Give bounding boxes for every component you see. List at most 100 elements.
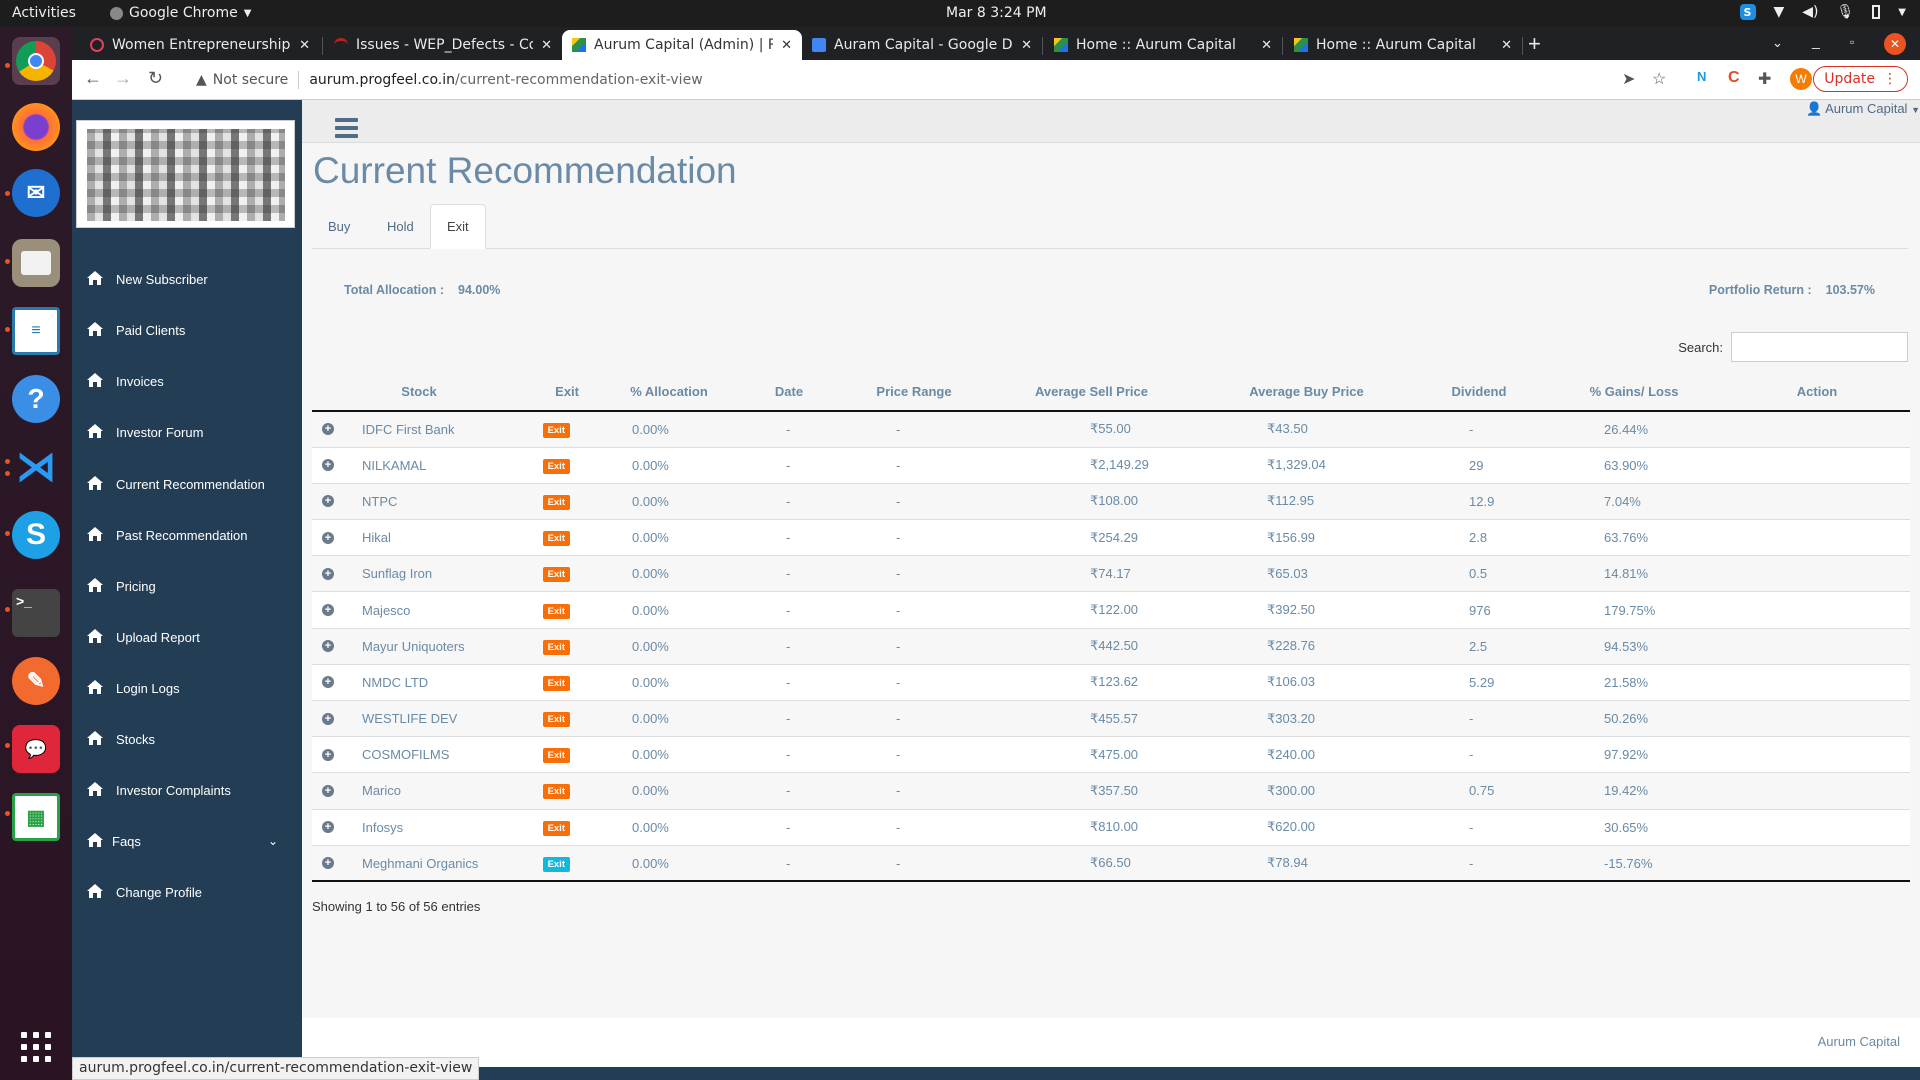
table-row[interactable]: + Meghmani Organics Exit 0.00% - - ₹66.50 ₹78.9… [312, 844, 1910, 883]
close-tab-icon[interactable]: ✕ [541, 38, 552, 53]
sidebar-item-pricing[interactable]: Pricing [72, 566, 302, 606]
tab-buy[interactable]: Buy [312, 204, 366, 249]
help-dock-icon[interactable]: ? [12, 375, 60, 423]
sidebar-item-paid-clients[interactable]: Paid Clients [72, 310, 302, 350]
search-input[interactable] [1731, 332, 1908, 362]
new-tab-button[interactable]: + [1528, 31, 1541, 57]
extension-c-icon[interactable]: C [1728, 69, 1740, 87]
forward-button[interactable]: → [114, 68, 132, 89]
expand-cell[interactable]: + [312, 663, 344, 701]
expand-row-icon[interactable]: + [322, 784, 334, 797]
exit-badge[interactable]: Exit [542, 603, 570, 619]
column-header-allocation[interactable]: % Allocation [604, 372, 734, 412]
expand-row-icon[interactable]: + [322, 459, 334, 472]
column-header-avg-sell[interactable]: Average Sell Price [984, 372, 1199, 412]
expand-row-icon[interactable]: + [322, 821, 334, 834]
expand-cell[interactable]: + [312, 482, 344, 520]
exit-badge[interactable]: Exit [542, 639, 570, 655]
expand-row-icon[interactable]: + [322, 857, 334, 870]
table-row[interactable]: + Hikal Exit 0.00% - - ₹254.29 ₹156.99 2.8 63.76% [312, 519, 1910, 556]
exit-badge[interactable]: Exit [542, 820, 570, 836]
column-header-dividend[interactable]: Dividend [1414, 372, 1544, 412]
expand-cell[interactable]: + [312, 555, 344, 592]
not-secure-label[interactable]: Not secure [213, 72, 289, 88]
browser-tab[interactable]: Home :: Aurum Capital ✕ [1284, 30, 1522, 60]
table-row[interactable]: + NMDC LTD Exit 0.00% - - ₹123.62 ₹106.03 5.29 21… [312, 663, 1910, 701]
close-window-button[interactable]: ✕ [1884, 33, 1906, 55]
expand-cell[interactable]: + [312, 736, 344, 773]
expand-row-icon[interactable]: + [322, 748, 334, 761]
expand-row-icon[interactable]: + [322, 567, 334, 580]
exit-badge[interactable]: Exit [542, 675, 570, 691]
extensions-puzzle-icon[interactable]: ✚ [1758, 69, 1771, 89]
expand-row-icon[interactable]: + [322, 531, 334, 544]
sidebar-item-invoices[interactable]: Invoices [72, 361, 302, 401]
sidebar-item-investor-complaints[interactable]: Investor Complaints [72, 770, 302, 810]
chevron-down-icon[interactable]: ⌄ [268, 834, 278, 848]
expand-row-icon[interactable]: + [322, 712, 334, 725]
column-header-avg-buy[interactable]: Average Buy Price [1199, 372, 1414, 412]
expand-row-icon[interactable]: + [322, 604, 334, 617]
sidebar-item-current-recommendation[interactable]: Current Recommendation [72, 464, 302, 504]
update-button[interactable]: Update ⋮ [1813, 66, 1908, 92]
table-row[interactable]: + Majesco Exit 0.00% - - ₹122.00 ₹392.50 976 179.… [312, 591, 1910, 629]
show-apps-icon[interactable] [21, 1032, 51, 1062]
close-tab-icon[interactable]: ✕ [1261, 38, 1272, 53]
writer-dock-icon[interactable]: ≡ [12, 307, 60, 355]
sidebar-item-upload-report[interactable]: Upload Report [72, 617, 302, 657]
table-row[interactable]: + NILKAMAL Exit 0.00% - - ₹2,149.29 ₹1,329.04 29… [312, 446, 1910, 484]
column-header-gains[interactable]: % Gains/ Loss [1544, 372, 1724, 412]
table-row[interactable]: + Sunflag Iron Exit 0.00% - - ₹74.17 ₹65.03 0.5 1… [312, 555, 1910, 592]
expand-row-icon[interactable]: + [322, 640, 334, 653]
expand-row-icon[interactable]: + [322, 495, 334, 508]
profile-avatar[interactable]: W [1790, 68, 1812, 90]
rocketchat-dock-icon[interactable]: 💬 [12, 725, 60, 773]
column-header-exit[interactable]: Exit [494, 372, 604, 412]
minimize-button[interactable]: _ [1812, 33, 1820, 49]
exit-badge[interactable]: Exit [542, 494, 570, 510]
firefox-dock-icon[interactable] [12, 103, 60, 151]
exit-badge[interactable]: Exit [542, 784, 570, 800]
browser-tab[interactable]: Home :: Aurum Capital ✕ [1044, 30, 1282, 60]
skype-dock-icon[interactable]: S [12, 511, 60, 559]
sidebar-item-past-recommendation[interactable]: Past Recommendation [72, 515, 302, 555]
expand-cell[interactable]: + [312, 519, 344, 556]
files-dock-icon[interactable] [12, 239, 60, 287]
tab-exit[interactable]: Exit [430, 204, 486, 249]
table-row[interactable]: + Marico Exit 0.00% - - ₹357.50 ₹300.00 0.75 19.4… [312, 772, 1910, 810]
address-bar[interactable]: ▲ Not secure aurum.progfeel.co.in /curre… [184, 65, 1704, 95]
calc-dock-icon[interactable]: ▦ [12, 793, 60, 841]
sidebar-item-change-profile[interactable]: Change Profile [72, 872, 302, 912]
table-row[interactable]: + Mayur Uniquoters Exit 0.00% - - ₹442.50 ₹228.… [312, 627, 1910, 665]
close-tab-icon[interactable]: ✕ [299, 38, 310, 53]
exit-badge[interactable]: Exit [542, 712, 570, 728]
expand-cell[interactable]: + [312, 410, 344, 448]
terminal-dock-icon[interactable]: >_ [12, 589, 60, 637]
vscode-dock-icon[interactable]: ⋊ [12, 443, 60, 491]
clock[interactable]: Mar 8 3:24 PM [946, 5, 1047, 21]
column-header-price-range[interactable]: Price Range [844, 372, 984, 412]
logo[interactable] [76, 120, 295, 228]
expand-cell[interactable]: + [312, 808, 344, 846]
close-tab-icon[interactable]: ✕ [781, 38, 792, 53]
column-header-action[interactable]: Action [1724, 372, 1910, 412]
sidebar-item-investor-forum[interactable]: Investor Forum [72, 412, 302, 452]
tab-hold[interactable]: Hold [371, 204, 430, 249]
table-row[interactable]: + NTPC Exit 0.00% - - ₹108.00 ₹112.95 12.9 7.04% [312, 482, 1910, 520]
table-row[interactable]: + IDFC First Bank Exit 0.00% - - ₹55.00 ₹43.50-… [312, 410, 1910, 448]
expand-cell[interactable]: + [312, 446, 344, 484]
sidebar-item-login-logs[interactable]: Login Logs [72, 668, 302, 708]
expand-cell[interactable]: + [312, 591, 344, 629]
table-row[interactable]: + COSMOFILMS Exit 0.00% - - ₹475.00 ₹240.00-97.… [312, 736, 1910, 773]
send-icon[interactable]: ➤ [1622, 69, 1635, 89]
column-header-date[interactable]: Date [734, 372, 844, 412]
table-row[interactable]: + Infosys Exit 0.00% - - ₹810.00 ₹620.00-30.65% [312, 808, 1910, 846]
thunderbird-dock-icon[interactable]: ✉ [12, 169, 60, 217]
browser-tab[interactable]: Women Entrepreneurship ✕ [80, 30, 320, 60]
extension-n-icon[interactable]: N [1697, 69, 1706, 84]
exit-badge[interactable]: Exit [542, 856, 570, 872]
browser-tab[interactable]: Auram Capital - Google Do ✕ [802, 30, 1042, 60]
expand-cell[interactable]: + [312, 699, 344, 737]
exit-badge[interactable]: Exit [542, 567, 570, 583]
close-tab-icon[interactable]: ✕ [1501, 38, 1512, 53]
